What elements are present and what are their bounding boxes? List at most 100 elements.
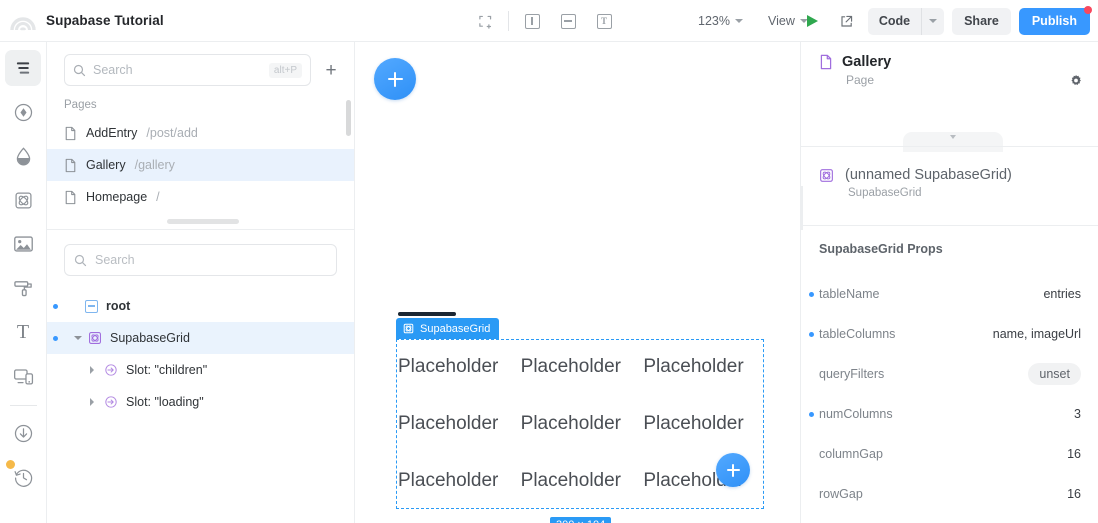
tree-item-slot-children[interactable]: Slot: "children" [47, 354, 354, 386]
code-options-button[interactable] [922, 8, 944, 35]
tree-search-box[interactable] [64, 244, 337, 276]
code-button[interactable]: Code [868, 8, 921, 35]
selection-outline [396, 339, 764, 509]
canvas-add-button-bottom[interactable] [716, 453, 750, 487]
frame-text-icon: T [596, 13, 612, 29]
pages-section: alt+P + Pages AddEntry /post/add Gallery [47, 42, 354, 230]
share-button[interactable]: Share [952, 7, 1011, 35]
toolbar-divider [508, 11, 509, 31]
pages-search-box[interactable]: alt+P [64, 54, 311, 86]
rail-item-components[interactable] [5, 182, 41, 218]
responsive-icon [13, 368, 33, 385]
component-title-row: (unnamed SupabaseGrid) [801, 154, 1098, 183]
bottom-panel-toggle-button[interactable] [553, 6, 583, 36]
prop-row-columngap[interactable]: columnGap 16 [801, 434, 1098, 474]
prop-value[interactable]: 16 [1067, 447, 1081, 461]
version-history-badge [6, 460, 15, 469]
tree-item-label: SupabaseGrid [110, 331, 190, 345]
page-settings-button[interactable] [1068, 73, 1084, 94]
atom-component-icon [89, 332, 101, 344]
tree-item-label: root [106, 299, 131, 313]
prop-key: queryFilters [819, 367, 885, 381]
search-icon [73, 64, 86, 76]
prop-row-numcolumns[interactable]: numColumns 3 [801, 394, 1098, 434]
app-logo[interactable] [0, 11, 46, 31]
rail-divider [9, 405, 37, 406]
dimension-badge: 300 × 104 [550, 517, 612, 523]
minus-box-icon[interactable] [85, 299, 98, 313]
water-drop-icon [16, 146, 30, 165]
tree-search-input[interactable] [95, 253, 327, 267]
prop-key: tableColumns [819, 327, 896, 341]
publish-button[interactable]: Publish [1018, 7, 1090, 35]
page-file-icon [820, 54, 832, 70]
target-icon [14, 103, 32, 121]
canvas-add-button-top[interactable] [374, 58, 416, 100]
collapse-section-button[interactable] [903, 132, 1003, 152]
rail-item-theme[interactable] [5, 138, 41, 174]
prop-row-tablecolumns[interactable]: tableColumns name, imageUrl [801, 314, 1098, 354]
prop-row-queryfilters[interactable]: queryFilters unset [801, 354, 1098, 394]
preview-play-button[interactable] [800, 8, 826, 34]
prop-value[interactable]: 3 [1074, 407, 1081, 421]
rail-item-interactions[interactable] [5, 94, 41, 130]
tree-item-supabasegrid[interactable]: SupabaseGrid [47, 322, 354, 354]
page-path: / [156, 190, 160, 204]
chevron-down-icon [929, 19, 938, 23]
rail-item-import[interactable] [5, 415, 41, 451]
open-in-new-tab-button[interactable] [834, 8, 860, 34]
fit-to-screen-button[interactable] [470, 6, 500, 36]
selection-label-tag[interactable]: SupabaseGrid [396, 318, 500, 339]
prop-value[interactable]: 16 [1067, 487, 1081, 501]
rail-item-images[interactable] [5, 226, 41, 262]
design-canvas[interactable]: SupabaseGrid Placeholder Placeholder Pla… [356, 42, 800, 523]
pages-vertical-scrollbar[interactable] [346, 100, 351, 136]
pages-search-shortcut: alt+P [268, 62, 302, 78]
frame-horizontal-icon [560, 13, 576, 29]
pages-horizontal-scrollbar[interactable] [167, 219, 239, 224]
prop-row-count[interactable]: count unset [801, 514, 1098, 523]
prop-value[interactable]: unset [1028, 363, 1081, 385]
rail-item-outline[interactable] [5, 50, 41, 86]
rail-item-responsive[interactable] [5, 358, 41, 394]
left-panel-toggle-button[interactable] [517, 6, 547, 36]
add-page-button[interactable]: + [319, 58, 343, 82]
gear-icon [1071, 74, 1081, 85]
right-panel-divider [801, 146, 1098, 147]
page-path: /post/add [146, 126, 198, 140]
rail-item-typography[interactable]: T [5, 314, 41, 350]
rail-item-version-history[interactable] [5, 459, 41, 495]
page-list-item-addentry[interactable]: AddEntry /post/add [47, 117, 354, 149]
zoom-level-dropdown[interactable]: 123% [692, 0, 749, 42]
prop-key: numColumns [819, 407, 893, 421]
page-file-icon [65, 190, 76, 204]
tree-item-label: Slot: "loading" [126, 395, 204, 409]
selection-drag-handle[interactable] [398, 312, 456, 316]
tree-twisty-collapsed[interactable] [85, 398, 99, 406]
pages-search-input[interactable] [93, 63, 262, 77]
prop-value[interactable]: entries [1043, 287, 1081, 301]
prop-row-rowgap[interactable]: rowGap 16 [801, 474, 1098, 514]
page-list-item-homepage[interactable]: Homepage / [47, 181, 354, 213]
tree-twisty-collapsed[interactable] [85, 366, 99, 374]
rail-item-styles[interactable] [5, 270, 41, 306]
text-frame-toggle-button[interactable]: T [589, 6, 619, 36]
text-icon: T [16, 321, 30, 343]
tree-twisty-expanded[interactable] [71, 336, 85, 340]
slot-arrow-icon [105, 396, 117, 408]
toolbar-center-group: T [470, 0, 619, 42]
app-title[interactable]: Supabase Tutorial [46, 13, 164, 28]
page-title: Gallery [842, 54, 892, 70]
tree-item-slot-loading[interactable]: Slot: "loading" [47, 386, 354, 418]
page-list-item-gallery[interactable]: Gallery /gallery [47, 149, 354, 181]
page-type-label: Page [846, 73, 875, 87]
page-file-icon [65, 158, 76, 172]
pages-section-label: Pages [64, 99, 97, 111]
prop-value[interactable]: name, imageUrl [993, 327, 1081, 341]
tree-section: root SupabaseGrid [47, 230, 354, 522]
chevron-down-icon [734, 19, 743, 23]
slot-arrow-icon [105, 364, 117, 376]
zoom-level-label: 123% [698, 14, 730, 28]
tree-item-root[interactable]: root [47, 290, 354, 322]
prop-row-tablename[interactable]: tableName entries [801, 274, 1098, 314]
